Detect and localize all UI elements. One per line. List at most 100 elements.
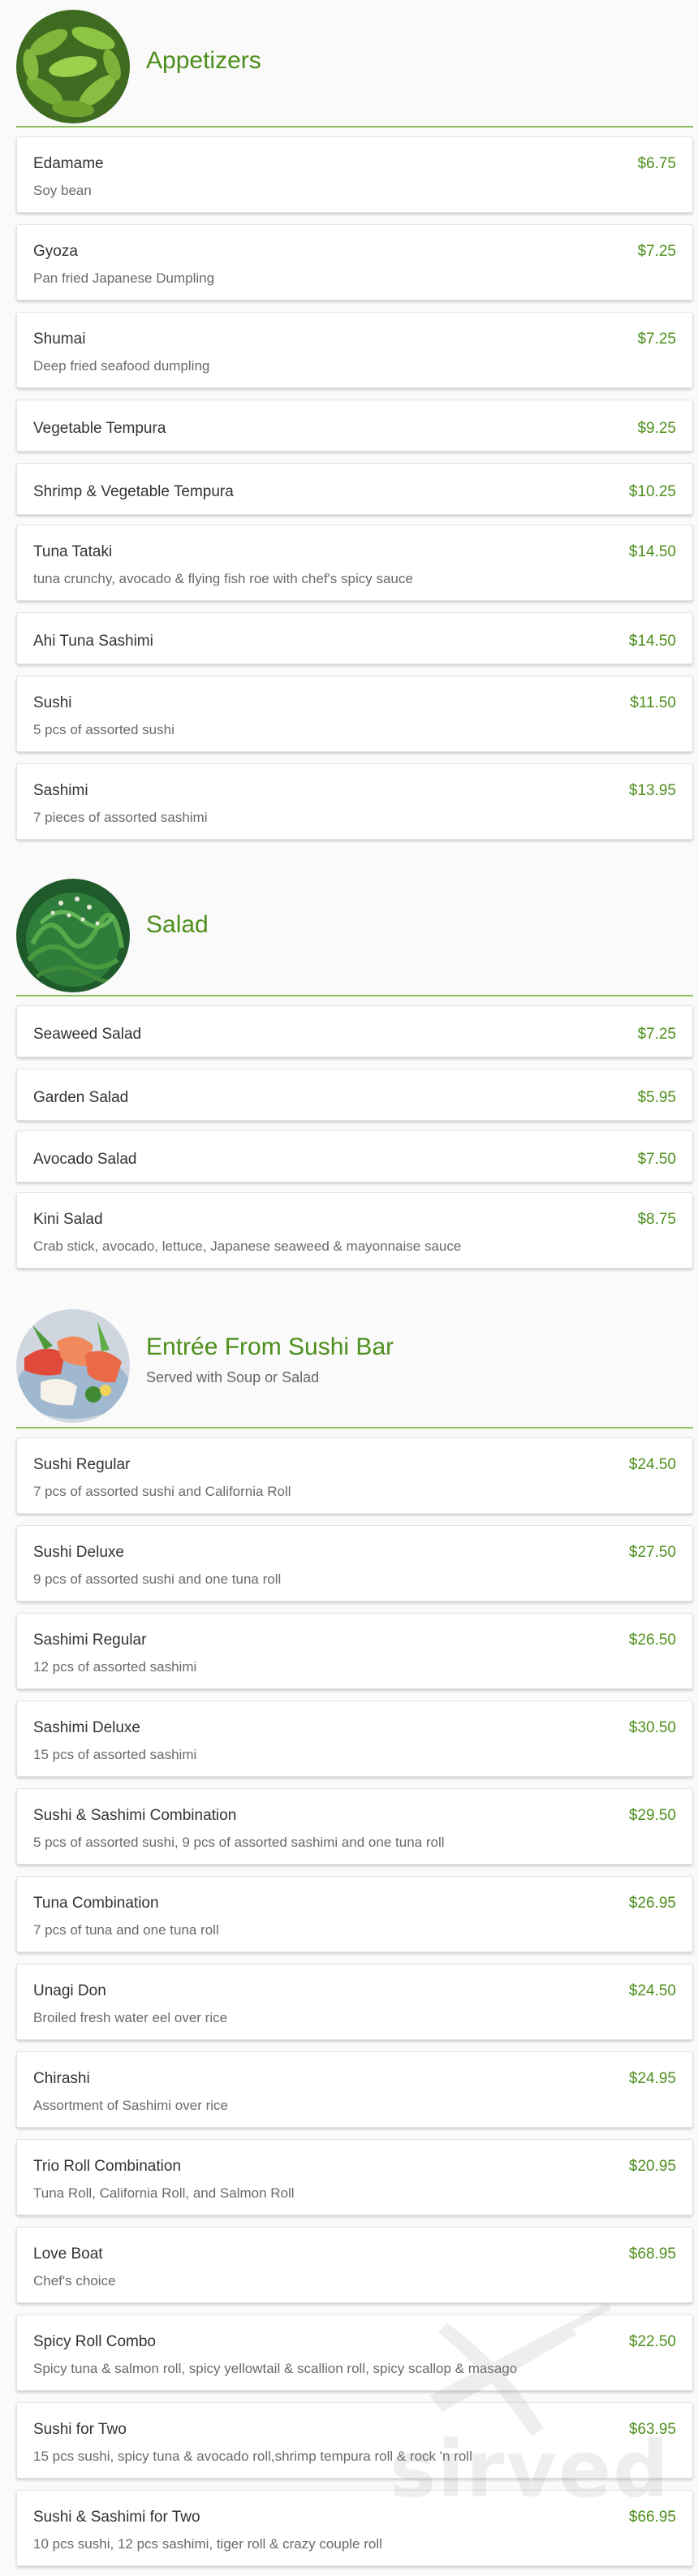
item-name: Seaweed Salad xyxy=(33,1026,142,1043)
menu-item[interactable]: Garden Salad $5.95 xyxy=(16,1069,693,1121)
menu-item[interactable]: Vegetable Tempura $9.25 xyxy=(16,400,693,452)
item-price: $9.25 xyxy=(637,420,676,437)
item-name: Trio Roll Combination xyxy=(33,2158,181,2175)
item-name: Sushi & Sashimi for Two xyxy=(33,2509,200,2526)
menu-item[interactable]: Unagi Don $24.50 Broiled fresh water eel… xyxy=(16,1964,693,2040)
menu-item[interactable]: Edamame $6.75 Soy bean xyxy=(16,136,693,213)
item-price: $68.95 xyxy=(628,2245,676,2263)
section-entree-sushi-bar: Entrée From Sushi Bar Served with Soup o… xyxy=(16,1299,693,2566)
menu-item[interactable]: Sushi & Sashimi Combination $29.50 5 pcs… xyxy=(16,1788,693,1865)
item-name: Kini Salad xyxy=(33,1211,103,1228)
item-description: Pan fried Japanese Dumpling xyxy=(33,270,215,286)
item-price: $7.25 xyxy=(637,1026,676,1043)
item-description: Crab stick, avocado, lettuce, Japanese s… xyxy=(33,1238,462,1254)
item-price: $24.50 xyxy=(628,1456,676,1473)
item-description: Deep fried seafood dumpling xyxy=(33,358,210,374)
item-description: 15 pcs sushi, spicy tuna & avocado roll,… xyxy=(33,2448,472,2464)
section-header: Entrée From Sushi Bar Served with Soup o… xyxy=(16,1299,693,1426)
item-name: Chirashi xyxy=(33,2070,90,2087)
section-header: Appetizers xyxy=(16,0,693,127)
menu-item[interactable]: Shrimp & Vegetable Tempura $10.25 xyxy=(16,463,693,515)
item-name: Tuna Tataki xyxy=(33,543,113,560)
menu-item[interactable]: Tuna Tataki $14.50 tuna crunchy, avocado… xyxy=(16,525,693,601)
section-appetizers: Appetizers Edamame $6.75 Soy bean Gyoza … xyxy=(16,0,693,840)
menu-item[interactable]: Trio Roll Combination $20.95 Tuna Roll, … xyxy=(16,2139,693,2215)
item-name: Unagi Don xyxy=(33,1982,106,1999)
item-price: $7.25 xyxy=(637,331,676,348)
item-price: $27.50 xyxy=(628,1544,676,1561)
item-description: Spicy tuna & salmon roll, spicy yellowta… xyxy=(33,2361,518,2376)
menu-item[interactable]: Avocado Salad $7.50 xyxy=(16,1130,693,1182)
menu-item[interactable]: Sashimi Deluxe $30.50 15 pcs of assorted… xyxy=(16,1701,693,1777)
item-price: $10.25 xyxy=(628,483,676,500)
menu-item[interactable]: Sushi & Sashimi for Two $66.95 10 pcs su… xyxy=(16,2490,693,2566)
item-name: Sushi xyxy=(33,694,72,711)
item-description: 5 pcs of assorted sushi xyxy=(33,722,174,737)
menu-item[interactable]: Spicy Roll Combo $22.50 Spicy tuna & sal… xyxy=(16,2315,693,2391)
item-name: Sashimi Deluxe xyxy=(33,1719,140,1736)
section-divider xyxy=(16,126,693,128)
menu-item[interactable]: Sushi $11.50 5 pcs of assorted sushi xyxy=(16,676,693,752)
menu-page: Appetizers Edamame $6.75 Soy bean Gyoza … xyxy=(0,0,698,2576)
item-name: Sushi Deluxe xyxy=(33,1544,124,1561)
menu-item[interactable]: Sashimi $13.95 7 pieces of assorted sash… xyxy=(16,763,693,840)
seaweed-salad-photo xyxy=(16,879,130,992)
item-name: Ahi Tuna Sashimi xyxy=(33,633,153,650)
section-title: Entrée From Sushi Bar xyxy=(146,1333,394,1360)
item-name: Spicy Roll Combo xyxy=(33,2333,156,2350)
section-title: Salad xyxy=(146,911,209,938)
item-name: Tuna Combination xyxy=(33,1895,159,1912)
item-price: $7.25 xyxy=(637,243,676,260)
item-name: Shumai xyxy=(33,331,86,348)
item-description: 10 pcs sushi, 12 pcs sashimi, tiger roll… xyxy=(33,2536,382,2552)
menu-item[interactable]: Chirashi $24.95 Assortment of Sashimi ov… xyxy=(16,2051,693,2128)
sashimi-platter-photo xyxy=(16,1309,130,1423)
item-name: Sushi & Sashimi Combination xyxy=(33,1807,237,1824)
menu-item[interactable]: Sushi Regular $24.50 7 pcs of assorted s… xyxy=(16,1437,693,1514)
item-description: 15 pcs of assorted sashimi xyxy=(33,1747,197,1762)
item-name: Sashimi Regular xyxy=(33,1632,147,1649)
item-description: 7 pieces of assorted sashimi xyxy=(33,810,208,825)
menu-item[interactable]: Shumai $7.25 Deep fried seafood dumpling xyxy=(16,312,693,388)
item-description: Tuna Roll, California Roll, and Salmon R… xyxy=(33,2185,295,2201)
item-price: $24.95 xyxy=(628,2070,676,2087)
item-name: Shrimp & Vegetable Tempura xyxy=(33,483,234,500)
item-name: Vegetable Tempura xyxy=(33,420,166,437)
section-subtitle: Served with Soup or Salad xyxy=(146,1369,320,1385)
item-price: $26.50 xyxy=(628,1632,676,1649)
item-name: Sushi Regular xyxy=(33,1456,131,1473)
menu-item[interactable]: Sushi for Two $63.95 15 pcs sushi, spicy… xyxy=(16,2402,693,2479)
section-divider xyxy=(16,1427,693,1428)
menu-item[interactable]: Sushi Deluxe $27.50 9 pcs of assorted su… xyxy=(16,1525,693,1601)
section-divider xyxy=(16,995,693,996)
item-name: Garden Salad xyxy=(33,1089,129,1106)
item-description: 7 pcs of assorted sushi and California R… xyxy=(33,1484,291,1499)
item-price: $24.50 xyxy=(628,1982,676,1999)
item-price: $14.50 xyxy=(628,633,676,650)
item-price: $14.50 xyxy=(628,543,676,560)
item-price: $26.95 xyxy=(628,1895,676,1912)
item-price: $66.95 xyxy=(628,2509,676,2526)
item-price: $7.50 xyxy=(637,1151,676,1168)
menu-item[interactable]: Seaweed Salad $7.25 xyxy=(16,1005,693,1057)
item-name: Sushi for Two xyxy=(33,2421,127,2438)
item-description: 5 pcs of assorted sushi, 9 pcs of assort… xyxy=(33,1835,445,1850)
section-salad: Salad Seaweed Salad $7.25 Garden Salad $… xyxy=(16,869,693,1269)
item-price: $29.50 xyxy=(628,1807,676,1824)
item-price: $13.95 xyxy=(628,782,676,799)
item-description: Assortment of Sashimi over rice xyxy=(33,2098,228,2113)
edamame-photo xyxy=(16,10,130,123)
item-name: Love Boat xyxy=(33,2245,103,2263)
item-price: $63.95 xyxy=(628,2421,676,2438)
menu-item[interactable]: Sashimi Regular $26.50 12 pcs of assorte… xyxy=(16,1613,693,1689)
menu-item[interactable]: Gyoza $7.25 Pan fried Japanese Dumpling xyxy=(16,224,693,300)
menu-item[interactable]: Ahi Tuna Sashimi $14.50 xyxy=(16,612,693,664)
menu-item[interactable]: Tuna Combination $26.95 7 pcs of tuna an… xyxy=(16,1876,693,1952)
item-price: $30.50 xyxy=(628,1719,676,1736)
item-name: Sashimi xyxy=(33,782,88,799)
item-price: $11.50 xyxy=(630,694,676,711)
menu-item[interactable]: Kini Salad $8.75 Crab stick, avocado, le… xyxy=(16,1192,693,1269)
section-title: Appetizers xyxy=(146,47,261,74)
item-price: $6.75 xyxy=(637,155,676,172)
menu-item[interactable]: Love Boat $68.95 Chef's choice xyxy=(16,2227,693,2303)
